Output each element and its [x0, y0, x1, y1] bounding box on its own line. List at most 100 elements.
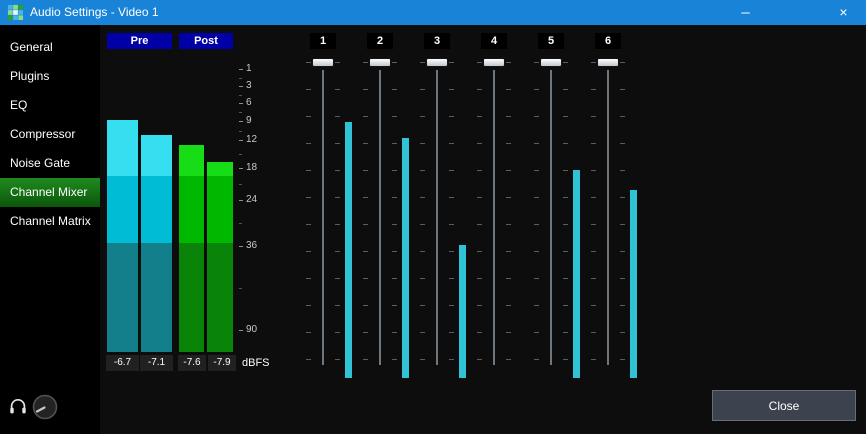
channel-4-fader-tick — [506, 62, 511, 63]
channel-4-fader-tick — [477, 197, 482, 198]
channel-4-fader-tick — [506, 143, 511, 144]
channel-1-fader-tick — [335, 197, 340, 198]
channel-1-fader-tick — [335, 224, 340, 225]
channel-2-fader-tick — [363, 278, 368, 279]
channel-2-fader-tick — [392, 278, 397, 279]
channel-1-fader-tick — [335, 62, 340, 63]
close-button[interactable]: Close — [712, 390, 856, 421]
channel-3-fader-tick — [420, 170, 425, 171]
channel-5-fader-tick — [534, 224, 539, 225]
channel-strips: 123456 — [0, 0, 866, 434]
channel-5-fader-tick — [534, 305, 539, 306]
channel-6-fader-tick — [591, 305, 596, 306]
channel-3-fader-tick — [449, 170, 454, 171]
channel-5-fader-tick — [534, 89, 539, 90]
channel-3-fader-tick — [420, 251, 425, 252]
channel-6-fader-tick — [591, 251, 596, 252]
channel-6-fader-tick — [620, 197, 625, 198]
channel-1-fader-tick — [335, 332, 340, 333]
channel-1-fader-tick — [306, 170, 311, 171]
channel-4-fader-tick — [477, 62, 482, 63]
channel-3-fader-tick — [420, 62, 425, 63]
channel-1-fader-tick — [306, 143, 311, 144]
channel-5-fader-tick — [534, 116, 539, 117]
channel-3-fader-tick — [449, 62, 454, 63]
channel-4-fader-tick — [477, 251, 482, 252]
channel-1-fader-tick — [306, 251, 311, 252]
channel-6-fader-tick — [591, 332, 596, 333]
monitor-volume-knob[interactable] — [31, 393, 59, 421]
channel-6-fader-tick — [620, 116, 625, 117]
channel-1-fader-tick — [306, 359, 311, 360]
channel-3-meter — [459, 245, 466, 378]
channel-5-fader-tick — [563, 332, 568, 333]
channel-4-fader-tick — [477, 305, 482, 306]
channel-5-fader-tick — [563, 251, 568, 252]
channel-5-fader-tick — [534, 170, 539, 171]
channel-6-fader-tick — [620, 359, 625, 360]
channel-1-fader-handle[interactable] — [312, 58, 334, 67]
channel-4-fader-handle[interactable] — [483, 58, 505, 67]
channel-5-fader-tick — [534, 197, 539, 198]
channel-2-fader-tick — [363, 89, 368, 90]
channel-4-fader-tick — [477, 224, 482, 225]
channel-6-meter — [630, 190, 637, 378]
channel-1-fader-tick — [335, 251, 340, 252]
channel-4-fader-tick — [506, 197, 511, 198]
channel-3-fader-handle[interactable] — [426, 58, 448, 67]
channel-6-fader-tick — [591, 278, 596, 279]
channel-3-fader-tick — [420, 305, 425, 306]
channel-4-fader-tick — [506, 278, 511, 279]
channel-3-fader-tick — [420, 359, 425, 360]
channel-4-fader-tick — [506, 89, 511, 90]
channel-1-fader-tick — [335, 359, 340, 360]
channel-1-fader-tick — [306, 278, 311, 279]
channel-4-fader-tick — [477, 170, 482, 171]
channel-4-fader-tick — [506, 332, 511, 333]
headphones-icon[interactable] — [9, 397, 27, 415]
channel-6-fader-tick — [591, 62, 596, 63]
channel-3-fader-tick — [420, 332, 425, 333]
channel-5-fader-tick — [534, 359, 539, 360]
channel-5-fader-tick — [563, 170, 568, 171]
channel-2-fader-tick — [392, 332, 397, 333]
channel-5-fader-track — [550, 70, 552, 365]
channel-5-fader-tick — [534, 278, 539, 279]
channel-2-fader-tick — [392, 224, 397, 225]
channel-3-fader-tick — [449, 278, 454, 279]
channel-3-fader-tick — [449, 143, 454, 144]
channel-6-fader-tick — [620, 305, 625, 306]
channel-6-fader-tick — [591, 170, 596, 171]
channel-2-meter — [402, 138, 409, 378]
channel-2-fader-tick — [392, 89, 397, 90]
channel-2-fader-tick — [363, 116, 368, 117]
channel-1-fader-tick — [335, 143, 340, 144]
channel-5-fader-handle[interactable] — [540, 58, 562, 67]
channel-6-fader-tick — [620, 143, 625, 144]
channel-6-fader-handle[interactable] — [597, 58, 619, 67]
channel-6-number: 6 — [595, 33, 621, 49]
channel-4-fader-tick — [477, 359, 482, 360]
channel-5-fader-tick — [563, 359, 568, 360]
channel-1-meter — [345, 122, 352, 378]
channel-6-fader-tick — [620, 62, 625, 63]
channel-4-fader-tick — [506, 224, 511, 225]
channel-2-fader-tick — [363, 305, 368, 306]
channel-1-fader-tick — [306, 89, 311, 90]
channel-2-fader-tick — [363, 332, 368, 333]
channel-1-fader-tick — [306, 62, 311, 63]
channel-5-fader-tick — [563, 197, 568, 198]
channel-2-fader-handle[interactable] — [369, 58, 391, 67]
channel-1-fader-tick — [306, 116, 311, 117]
channel-1-fader-tick — [335, 89, 340, 90]
channel-2-fader-tick — [363, 62, 368, 63]
channel-6-fader-tick — [620, 278, 625, 279]
channel-5-fader-tick — [563, 278, 568, 279]
channel-2-fader-tick — [392, 170, 397, 171]
channel-3-fader-tick — [449, 89, 454, 90]
channel-6-fader-tick — [591, 197, 596, 198]
channel-2-fader-tick — [392, 197, 397, 198]
channel-4-fader-tick — [506, 170, 511, 171]
channel-4-fader-tick — [477, 143, 482, 144]
channel-1-fader-tick — [306, 197, 311, 198]
